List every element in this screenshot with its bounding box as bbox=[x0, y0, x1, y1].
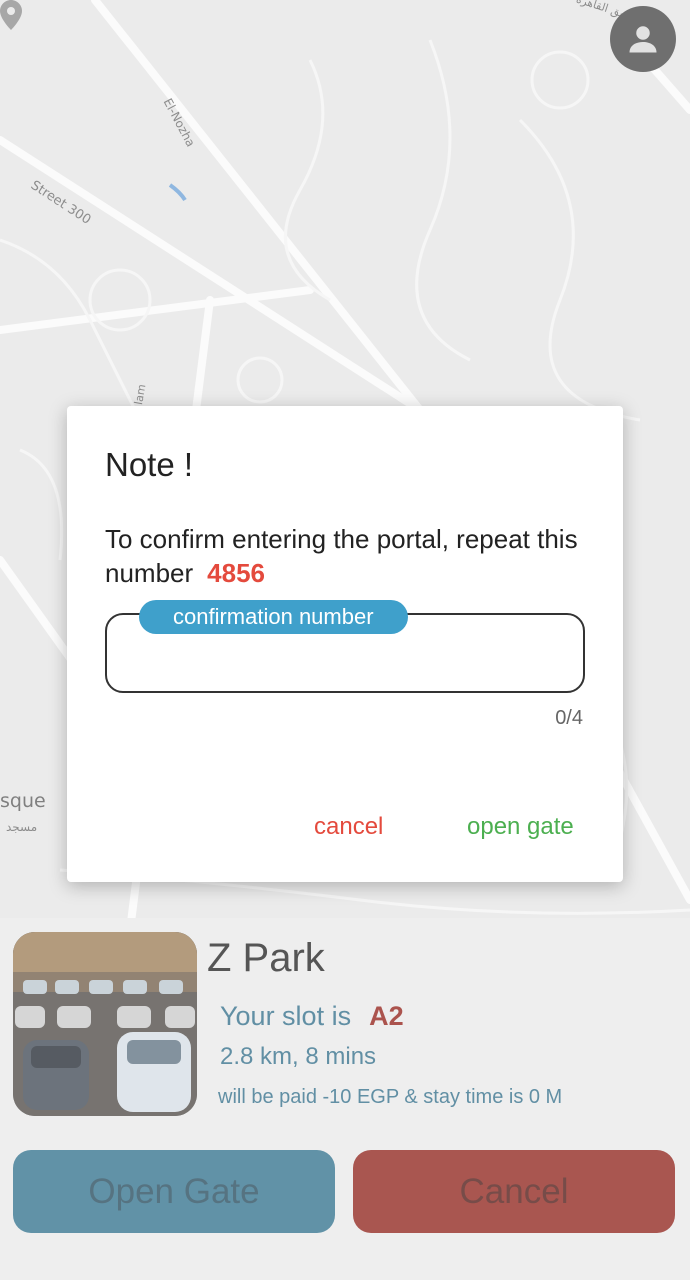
confirmation-code: 4856 bbox=[207, 558, 265, 588]
dialog-message-text: To confirm entering the portal, repeat t… bbox=[105, 524, 578, 588]
dialog-open-gate-button[interactable]: open gate bbox=[467, 813, 574, 841]
dialog-message: To confirm entering the portal, repeat t… bbox=[105, 522, 595, 590]
dialog-cancel-button[interactable]: cancel bbox=[314, 813, 383, 841]
input-label: confirmation number bbox=[139, 600, 408, 634]
dialog-title: Note ! bbox=[105, 446, 194, 483]
character-counter: 0/4 bbox=[555, 707, 583, 729]
confirmation-dialog: Note ! To confirm entering the portal, r… bbox=[67, 406, 623, 882]
